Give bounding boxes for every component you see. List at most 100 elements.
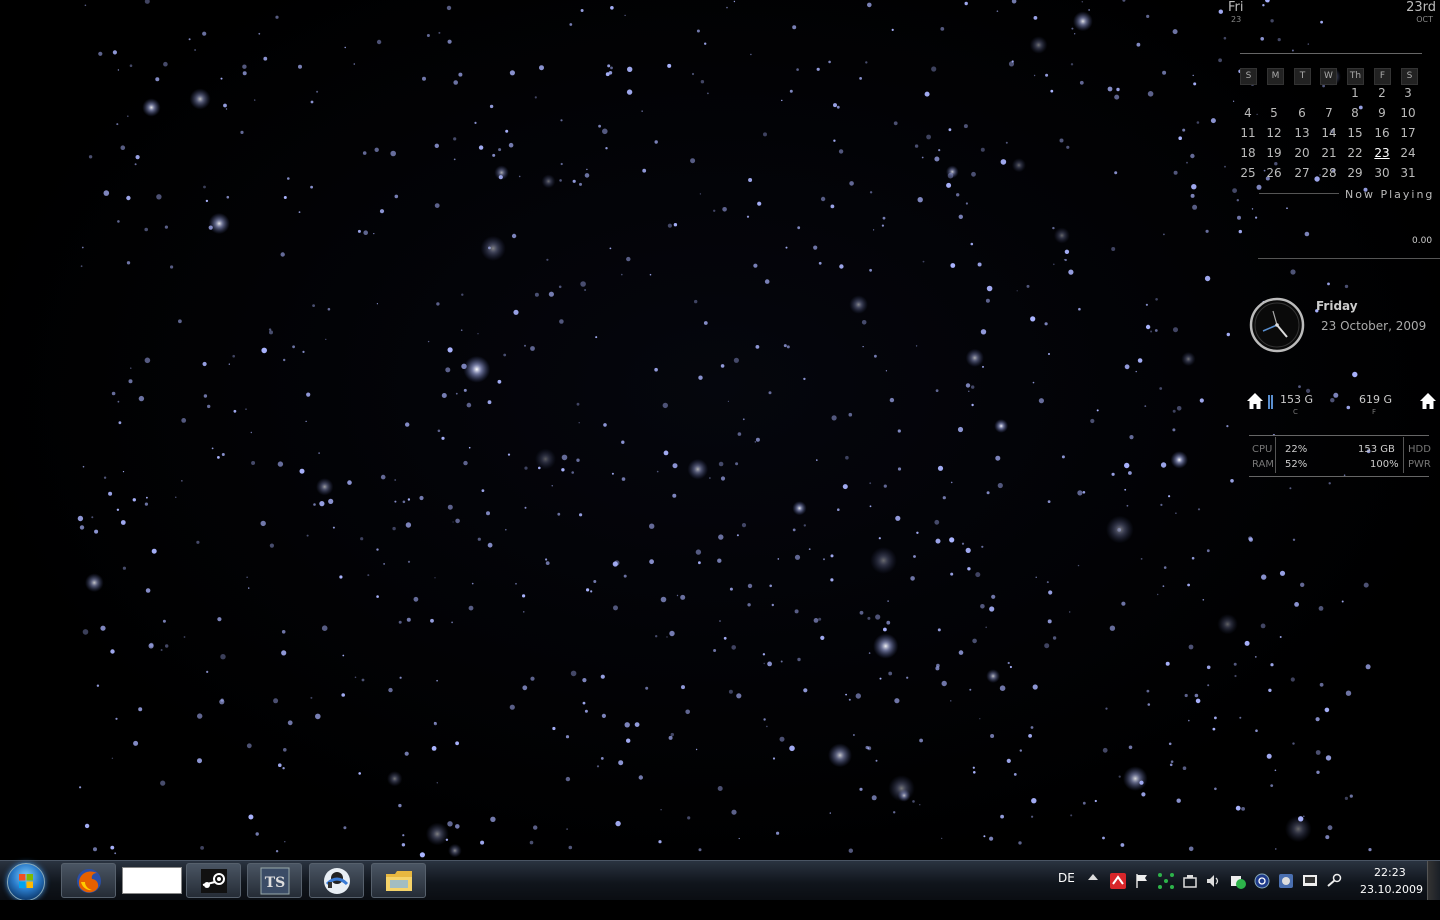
star [897, 467, 902, 471]
star [1029, 36, 1048, 54]
taskbar-steam-button[interactable] [186, 863, 241, 898]
flag-icon[interactable] [1134, 873, 1150, 889]
star [735, 462, 739, 466]
star [148, 643, 154, 649]
star [991, 594, 996, 599]
home-icon[interactable] [1246, 392, 1264, 410]
star [699, 193, 702, 195]
star [419, 495, 424, 501]
star [269, 543, 274, 548]
star [609, 247, 612, 250]
security-icon[interactable] [1230, 873, 1246, 889]
taskbar-ventrilo-button[interactable] [309, 863, 364, 898]
star [392, 526, 396, 531]
star [829, 812, 831, 814]
star [1172, 29, 1178, 35]
star [310, 696, 313, 699]
star [667, 223, 673, 228]
taskbar-blank-window-button[interactable] [122, 867, 182, 894]
star [1160, 462, 1167, 468]
home-icon[interactable] [1419, 392, 1437, 410]
star [117, 400, 120, 403]
taskbar-firefox-button[interactable] [61, 863, 116, 898]
star [1031, 815, 1034, 818]
star [621, 440, 625, 444]
star [999, 685, 1006, 691]
star [507, 453, 511, 456]
star [407, 560, 411, 563]
antivirus-icon[interactable] [1110, 873, 1126, 889]
star [425, 822, 449, 846]
star [579, 513, 583, 517]
star [658, 840, 662, 844]
display-icon[interactable] [1302, 873, 1318, 889]
star [720, 476, 726, 481]
star [965, 547, 971, 554]
star [118, 421, 122, 425]
usb-icon[interactable] [1182, 873, 1198, 889]
star [600, 757, 604, 760]
volume-icon[interactable] [1206, 873, 1222, 889]
star [859, 610, 864, 615]
calendar-day: 19 [1266, 146, 1282, 160]
star [830, 554, 834, 558]
star [1328, 482, 1331, 485]
app-icon[interactable] [1278, 873, 1294, 889]
star [986, 491, 990, 495]
star [468, 605, 474, 611]
start-button[interactable] [7, 863, 45, 901]
star [455, 392, 458, 395]
star [889, 397, 895, 403]
taskbar-teamspeak-button[interactable]: TS [247, 863, 302, 898]
star [436, 679, 438, 682]
star [261, 347, 268, 354]
star [1009, 665, 1013, 669]
star [1172, 428, 1176, 432]
star [1147, 91, 1154, 97]
star [353, 63, 356, 65]
star [1059, 138, 1064, 143]
show-desktop-button[interactable] [1427, 861, 1440, 901]
star [1147, 703, 1151, 706]
star [1159, 387, 1163, 390]
calendar-day: 7 [1325, 106, 1333, 120]
network-icon[interactable] [1158, 873, 1174, 889]
star [867, 2, 872, 8]
star [838, 149, 844, 154]
calendar-header-cell: F [1374, 68, 1391, 85]
star [848, 848, 853, 853]
star [1128, 471, 1132, 475]
star [281, 650, 287, 656]
star [655, 635, 658, 638]
star [533, 825, 538, 830]
star [539, 65, 544, 71]
star [897, 789, 911, 802]
star [1069, 611, 1071, 613]
star [447, 821, 453, 827]
steam-tray-icon[interactable] [1326, 873, 1342, 889]
star [731, 645, 736, 650]
language-indicator[interactable]: DE [1058, 871, 1075, 885]
calendar-day: 29 [1347, 166, 1363, 180]
taskbar-explorer-button[interactable] [371, 863, 426, 898]
star [341, 693, 346, 697]
tray-clock-date[interactable]: 23.10.2009 [1360, 883, 1423, 896]
star [82, 465, 85, 468]
star [914, 144, 919, 148]
star [728, 689, 733, 694]
star [970, 242, 974, 246]
show-hidden-icons-icon[interactable] [1088, 874, 1098, 880]
tray-clock-time[interactable]: 22:23 [1374, 866, 1406, 879]
star [886, 620, 891, 625]
star [1111, 247, 1116, 251]
star [816, 459, 818, 461]
star [757, 201, 762, 206]
steam-icon [200, 868, 227, 893]
star [764, 279, 770, 284]
star [989, 836, 994, 841]
star [873, 633, 899, 659]
star [505, 528, 507, 531]
star [1266, 753, 1272, 759]
star [422, 76, 426, 81]
wifi-icon[interactable] [1254, 873, 1270, 889]
